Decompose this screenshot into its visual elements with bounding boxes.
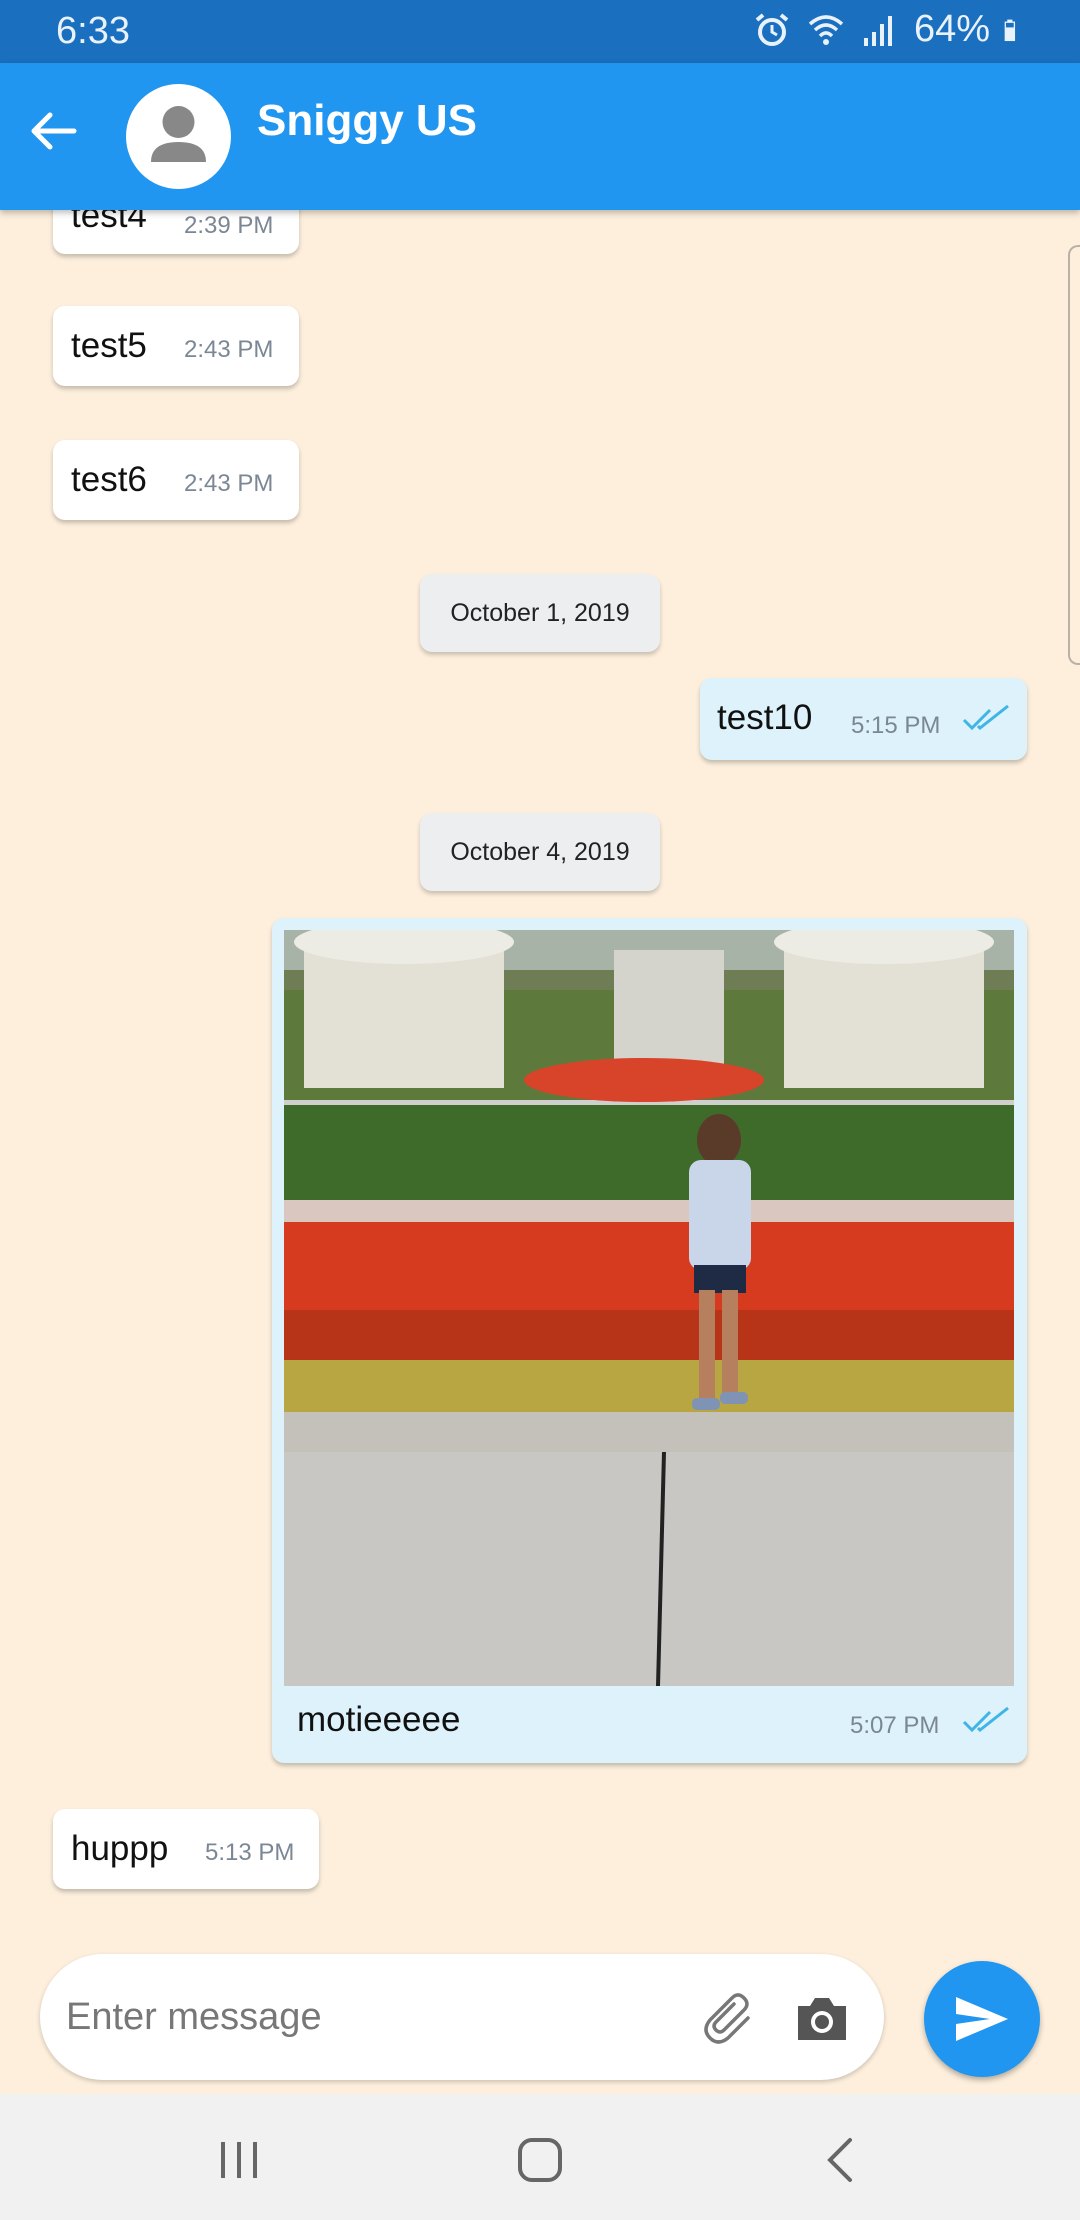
double-check-icon	[962, 1706, 1009, 1733]
message-input[interactable]	[66, 1982, 686, 2052]
system-nav-bar	[0, 2094, 1080, 2220]
back-icon[interactable]	[814, 2132, 870, 2188]
message-time: 2:39 PM	[184, 212, 274, 239]
message-time: 2:43 PM	[184, 470, 274, 497]
message-incoming[interactable]: test5 2:43 PM	[53, 306, 299, 386]
scrollbar[interactable]	[1068, 245, 1080, 665]
send-icon	[956, 1997, 1008, 2041]
battery-percent: 64%	[913, 8, 990, 50]
contact-name[interactable]: Sniggy US	[257, 96, 477, 146]
message-incoming[interactable]: test6 2:43 PM	[53, 440, 299, 520]
avatar[interactable]	[126, 84, 231, 189]
message-list[interactable]: test4 2:39 PM test5 2:43 PM test6 2:43 P…	[0, 210, 1080, 1940]
message-outgoing[interactable]: test10 5:15 PM	[700, 678, 1027, 760]
message-time: 5:07 PM	[850, 1712, 940, 1739]
recents-icon[interactable]	[211, 2132, 267, 2188]
double-check-icon	[962, 704, 1009, 731]
home-icon[interactable]	[512, 2132, 568, 2188]
message-text: test5	[71, 326, 147, 365]
message-text: huppp	[71, 1829, 169, 1868]
battery-icon	[1004, 19, 1016, 41]
message-time: 5:13 PM	[205, 1839, 295, 1866]
date-separator: October 4, 2019	[420, 813, 660, 891]
message-incoming[interactable]: test4 2:39 PM	[53, 210, 299, 254]
person-icon	[151, 106, 206, 162]
signal-icon	[863, 15, 892, 46]
message-photo[interactable]	[284, 930, 1014, 1686]
alarm-icon	[755, 12, 789, 46]
message-outgoing-image[interactable]: motieeeee 5:07 PM	[272, 918, 1027, 1763]
paperclip-icon[interactable]	[700, 1988, 760, 2048]
status-icons: 64%	[752, 8, 1030, 51]
message-time: 2:43 PM	[184, 336, 274, 363]
message-incoming[interactable]: huppp 5:13 PM	[53, 1809, 319, 1889]
wifi-icon	[808, 14, 844, 45]
camera-icon[interactable]	[792, 1988, 852, 2048]
status-time: 6:33	[56, 10, 130, 52]
send-button[interactable]	[924, 1961, 1040, 2077]
arrow-left-icon[interactable]	[26, 103, 82, 159]
status-bar: 6:33 64%	[0, 0, 1080, 63]
message-composer	[40, 1954, 884, 2080]
message-time: 5:15 PM	[851, 712, 941, 739]
message-text: test6	[71, 460, 147, 499]
app-bar: Sniggy US	[0, 63, 1080, 210]
message-text: test4	[71, 210, 147, 235]
photo-image	[284, 930, 1014, 1686]
message-text: test10	[717, 698, 813, 737]
date-separator: October 1, 2019	[420, 574, 660, 652]
image-caption: motieeeee	[297, 1700, 461, 1739]
